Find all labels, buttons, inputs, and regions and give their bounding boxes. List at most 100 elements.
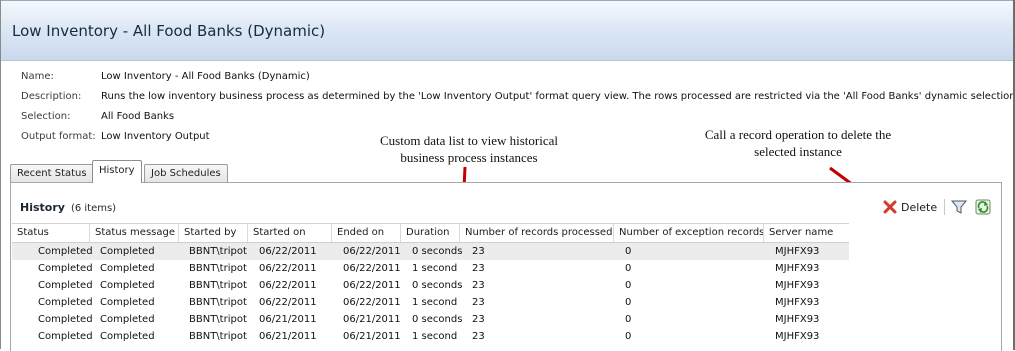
cell-status-message: Completed <box>100 314 155 325</box>
cell-server-name: MJHFX93 <box>775 331 820 342</box>
cell-exception-records: 0 <box>625 331 632 342</box>
cell-started-on: 06/22/2011 <box>259 263 317 274</box>
page-title: Low Inventory - All Food Banks (Dynamic) <box>12 22 326 40</box>
history-title: History (6 items) <box>20 201 116 214</box>
cell-started-on: 06/21/2011 <box>259 314 317 325</box>
cell-ended-on: 06/21/2011 <box>343 314 401 325</box>
history-panel: History (6 items) Delete Status Status m… <box>10 182 1002 351</box>
cell-records-processed: 23 <box>472 297 485 308</box>
cell-started-by: BBNT\tripot <box>189 280 247 291</box>
cell-server-name: MJHFX93 <box>775 263 820 274</box>
column-header-records-processed[interactable]: Number of records processed <box>459 224 613 242</box>
refresh-button[interactable] <box>975 198 991 216</box>
cell-records-processed: 23 <box>472 331 485 342</box>
cell-started-by: BBNT\tripot <box>189 314 247 325</box>
annotation-delete: Call a record operation to delete the se… <box>682 126 914 160</box>
cell-status-message: Completed <box>100 331 155 342</box>
history-grid-header: Status Status message Started by Started… <box>12 223 849 243</box>
cell-duration: 1 second <box>412 263 458 274</box>
cell-status-message: Completed <box>100 263 155 274</box>
cell-status: Completed <box>38 280 93 291</box>
table-row[interactable]: Completed Completed BBNT\tripot 06/21/20… <box>12 328 849 345</box>
column-header-status[interactable]: Status <box>12 224 88 242</box>
cell-status: Completed <box>38 331 93 342</box>
cell-ended-on: 06/22/2011 <box>343 280 401 291</box>
cell-records-processed: 23 <box>472 280 485 291</box>
cell-status: Completed <box>38 263 93 274</box>
cell-status-message: Completed <box>100 246 155 257</box>
toolbar-divider <box>944 199 945 215</box>
tab-history[interactable]: History <box>92 160 142 183</box>
cell-duration: 1 second <box>412 297 458 308</box>
cell-exception-records: 0 <box>625 246 632 257</box>
cell-duration: 0 seconds <box>412 314 463 325</box>
cell-records-processed: 23 <box>472 314 485 325</box>
annotation-line: Call a record operation to delete the <box>704 127 892 142</box>
tab-job-schedules[interactable]: Job Schedules <box>144 164 228 183</box>
cell-status-message: Completed <box>100 297 155 308</box>
delete-button[interactable]: Delete <box>883 198 937 216</box>
annotation-line: selected instance <box>754 144 842 159</box>
refresh-icon <box>975 199 991 215</box>
history-title-text: History <box>20 201 65 214</box>
cell-status: Completed <box>38 314 93 325</box>
table-row[interactable]: Completed Completed BBNT\tripot 06/22/20… <box>12 277 849 294</box>
page-header: Low Inventory - All Food Banks (Dynamic) <box>1 1 1013 61</box>
column-header-duration[interactable]: Duration <box>400 224 459 242</box>
cell-started-by: BBNT\tripot <box>189 297 247 308</box>
column-header-ended-on[interactable]: Ended on <box>331 224 400 242</box>
delete-x-icon <box>883 200 897 214</box>
cell-exception-records: 0 <box>625 280 632 291</box>
cell-started-on: 06/22/2011 <box>259 297 317 308</box>
column-header-started-by[interactable]: Started by <box>178 224 247 242</box>
cell-duration: 1 second <box>412 331 458 342</box>
cell-server-name: MJHFX93 <box>775 246 820 257</box>
annotation-data-list: Custom data list to view historical busi… <box>360 132 578 166</box>
detail-value: All Food Banks <box>101 111 175 122</box>
detail-label: Name: <box>21 71 54 82</box>
table-row[interactable]: Completed Completed BBNT\tripot 06/22/20… <box>12 294 849 311</box>
column-header-status-message[interactable]: Status message <box>89 224 178 242</box>
cell-exception-records: 0 <box>625 297 632 308</box>
detail-value: Low Inventory Output <box>101 131 210 142</box>
column-header-server-name[interactable]: Server name <box>763 224 849 242</box>
cell-exception-records: 0 <box>625 263 632 274</box>
table-row[interactable]: Completed Completed BBNT\tripot 06/21/20… <box>12 311 849 328</box>
cell-records-processed: 23 <box>472 246 485 257</box>
cell-started-by: BBNT\tripot <box>189 263 247 274</box>
cell-duration: 0 seconds <box>412 280 463 291</box>
detail-label: Output format: <box>21 131 96 142</box>
detail-label: Selection: <box>21 111 71 122</box>
column-header-started-on[interactable]: Started on <box>247 224 331 242</box>
tab-recent-status[interactable]: Recent Status <box>10 164 94 183</box>
cell-status-message: Completed <box>100 280 155 291</box>
cell-exception-records: 0 <box>625 314 632 325</box>
cell-started-by: BBNT\tripot <box>189 331 247 342</box>
detail-value: Low Inventory - All Food Banks (Dynamic) <box>101 71 310 82</box>
cell-ended-on: 06/22/2011 <box>343 297 401 308</box>
table-row[interactable]: Completed Completed BBNT\tripot 06/22/20… <box>12 260 849 277</box>
cell-records-processed: 23 <box>472 263 485 274</box>
filter-button[interactable] <box>951 198 967 216</box>
delete-label: Delete <box>901 200 938 214</box>
cell-started-on: 06/22/2011 <box>259 280 317 291</box>
cell-status: Completed <box>38 246 93 257</box>
filter-funnel-icon <box>951 200 967 214</box>
cell-started-by: BBNT\tripot <box>189 246 247 257</box>
cell-server-name: MJHFX93 <box>775 314 820 325</box>
cell-server-name: MJHFX93 <box>775 297 820 308</box>
cell-server-name: MJHFX93 <box>775 280 820 291</box>
annotation-line: Custom data list to view historical <box>379 133 558 148</box>
cell-started-on: 06/22/2011 <box>259 246 317 257</box>
annotation-line: business process instances <box>400 150 538 165</box>
detail-value: Runs the low inventory business process … <box>101 91 1015 102</box>
cell-ended-on: 06/22/2011 <box>343 263 401 274</box>
cell-duration: 0 seconds <box>412 246 463 257</box>
history-item-count: (6 items) <box>70 203 117 214</box>
cell-started-on: 06/21/2011 <box>259 331 317 342</box>
column-header-exception-records[interactable]: Number of exception records <box>613 224 764 242</box>
table-row[interactable]: Completed Completed BBNT\tripot 06/22/20… <box>12 243 849 260</box>
cell-ended-on: 06/21/2011 <box>343 331 401 342</box>
cell-ended-on: 06/22/2011 <box>343 246 401 257</box>
detail-label: Description: <box>21 91 82 102</box>
